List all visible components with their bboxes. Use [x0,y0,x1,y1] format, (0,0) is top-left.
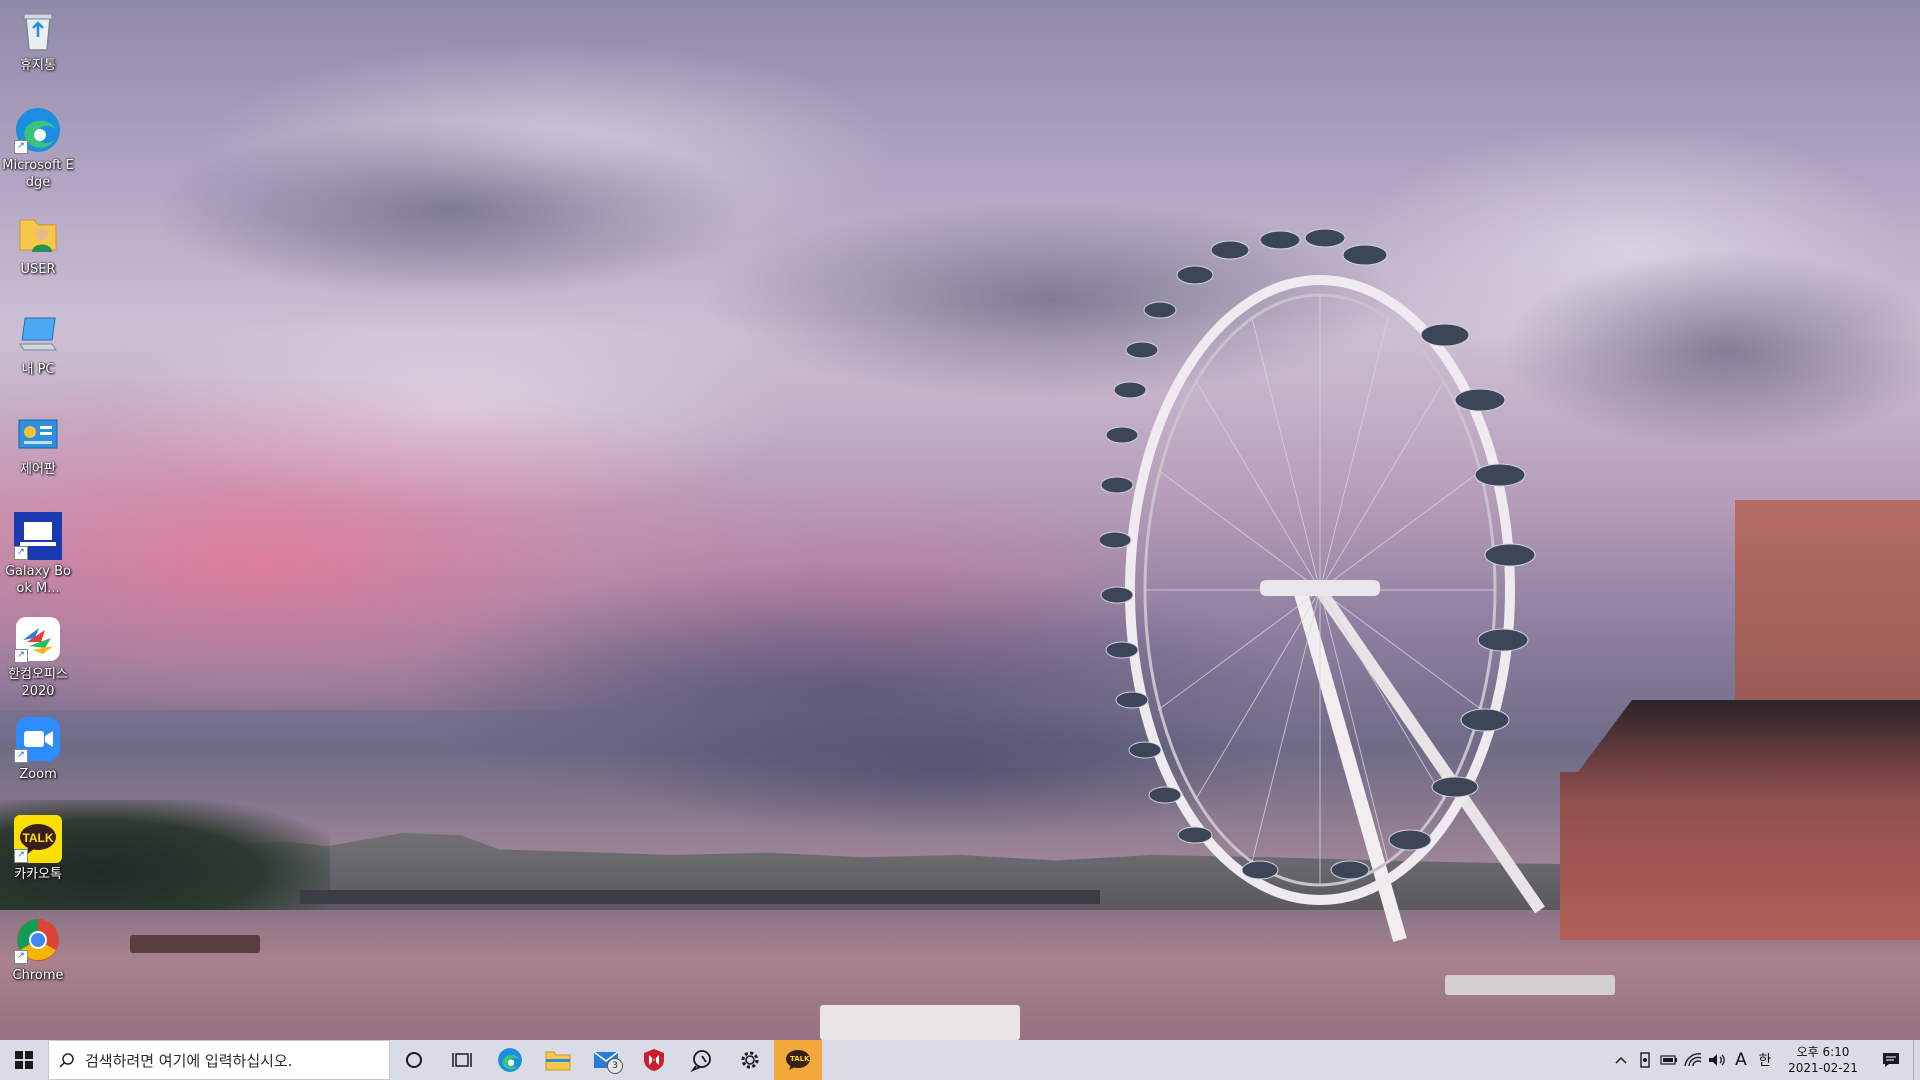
taskbar-mail-button[interactable]: 3 [582,1040,630,1080]
clock-time: 오후 6:10 [1796,1045,1850,1059]
desktop-icon-control-panel[interactable]: 제어판 [2,410,74,478]
show-hidden-icons-button[interactable] [1609,1040,1633,1080]
desktop-icon-galaxy-book[interactable]: ↗ Galaxy Book M... [2,512,74,597]
shortcut-arrow-icon: ↗ [14,649,28,663]
search-placeholder: 검색하려면 여기에 입력하십시오. [85,1051,293,1070]
speaker-icon [1709,1054,1725,1066]
taskbar-file-explorer-button[interactable] [534,1040,582,1080]
search-icon [59,1053,74,1068]
desktop-icon-label: 카카오톡 [14,867,62,882]
task-view-button[interactable] [438,1040,486,1080]
desktop-icon-label: USER [20,262,56,277]
desktop: 휴지통 ↗ Microsoft Edge USER 내 PC 제어판 ↗ Gal… [0,0,1920,1040]
kakaotalk-icon: TALK ↗ [14,815,62,863]
shortcut-arrow-icon: ↗ [14,140,28,154]
svg-text:TALK: TALK [22,831,53,845]
tray-volume-button[interactable] [1705,1040,1729,1080]
file-explorer-icon [545,1051,571,1071]
hancom-icon: ↗ [14,615,62,663]
desktop-icon-label: 휴지통 [20,58,56,73]
taskbar-edge-button[interactable] [486,1040,534,1080]
mail-badge: 3 [607,1058,623,1074]
mcafee-shield-icon [644,1049,664,1071]
device-icon [1640,1052,1650,1068]
building [1735,500,1920,710]
kakaotalk-label: TALK [790,1055,810,1063]
desktop-icon-user-folder[interactable]: USER [2,210,74,278]
desktop-icon-label: 내 PC [21,362,55,377]
notification-icon [1883,1053,1899,1067]
system-tray: A 한 오후 6:10 2021-02-21 [1609,1040,1920,1080]
desktop-icon-label: 제어판 [20,462,56,477]
shortcut-arrow-icon: ↗ [14,749,28,763]
user-folder-icon [14,210,62,258]
cortana-icon [406,1052,422,1068]
search-input[interactable]: 검색하려면 여기에 입력하십시오. [48,1040,390,1080]
taskbar: 검색하려면 여기에 입력하십시오. 3 TALK A 한 오후 6:10 202… [0,1040,1920,1080]
cortana-button[interactable] [390,1040,438,1080]
taskbar-mcafee-button[interactable] [630,1040,678,1080]
gear-icon [741,1051,759,1069]
taskbar-kakaotalk-button[interactable]: TALK [774,1040,822,1080]
shortcut-arrow-icon: ↗ [14,849,28,863]
desktop-icon-label: Chrome [12,968,64,983]
pc-icon [14,310,62,358]
desktop-icon-label: Microsoft Edge [2,158,74,190]
desktop-icon-label: Galaxy Book M... [4,564,71,596]
london-eye [1100,228,1545,942]
desktop-icon-label: Zoom [19,767,57,782]
shortcut-arrow-icon: ↗ [14,546,28,560]
desktop-icon-hancom-office[interactable]: ↗ 한컴오피스 2020 [2,615,74,700]
desktop-icon-zoom[interactable]: ↗ Zoom [2,715,74,783]
edge-icon: ↗ [14,106,62,154]
start-button[interactable] [0,1040,48,1080]
desktop-icon-label: 한컴오피스 2020 [8,667,68,699]
chevron-up-icon [1615,1056,1627,1064]
windows-logo-icon [15,1051,33,1069]
clock-date: 2021-02-21 [1788,1061,1858,1075]
tray-network-button[interactable] [1681,1040,1705,1080]
zoom-icon: ↗ [14,715,62,763]
edge-icon [498,1048,522,1072]
show-desktop-button[interactable] [1913,1040,1920,1080]
battery-icon [1660,1055,1677,1065]
wifi-icon [1684,1053,1702,1067]
desktop-icon-this-pc[interactable]: 내 PC [2,310,74,378]
desktop-icon-recycle-bin[interactable]: 휴지통 [2,6,74,74]
chrome-icon: ↗ [14,916,62,964]
desktop-icon-chrome[interactable]: ↗ Chrome [2,916,74,984]
bridge [300,890,1100,904]
desktop-icon-kakaotalk[interactable]: TALK ↗ 카카오톡 [2,815,74,883]
shortcut-arrow-icon: ↗ [14,950,28,964]
clock[interactable]: 오후 6:10 2021-02-21 [1783,1044,1863,1076]
county-hall [1560,700,1920,940]
control-panel-icon [14,410,62,458]
ime-language-button[interactable]: 한 [1753,1040,1777,1080]
action-center-button[interactable] [1869,1040,1913,1080]
tray-device-button[interactable] [1633,1040,1657,1080]
taskbar-feedback-button[interactable] [678,1040,726,1080]
recycle-bin-icon [14,6,62,54]
task-view-icon [452,1053,472,1067]
feedback-hub-icon [690,1050,711,1072]
tray-battery-button[interactable] [1657,1040,1681,1080]
desktop-icon-microsoft-edge[interactable]: ↗ Microsoft Edge [2,106,74,191]
taskbar-settings-button[interactable] [726,1040,774,1080]
galaxy-book-icon: ↗ [14,512,62,560]
ime-mode-button[interactable]: A [1729,1040,1753,1080]
